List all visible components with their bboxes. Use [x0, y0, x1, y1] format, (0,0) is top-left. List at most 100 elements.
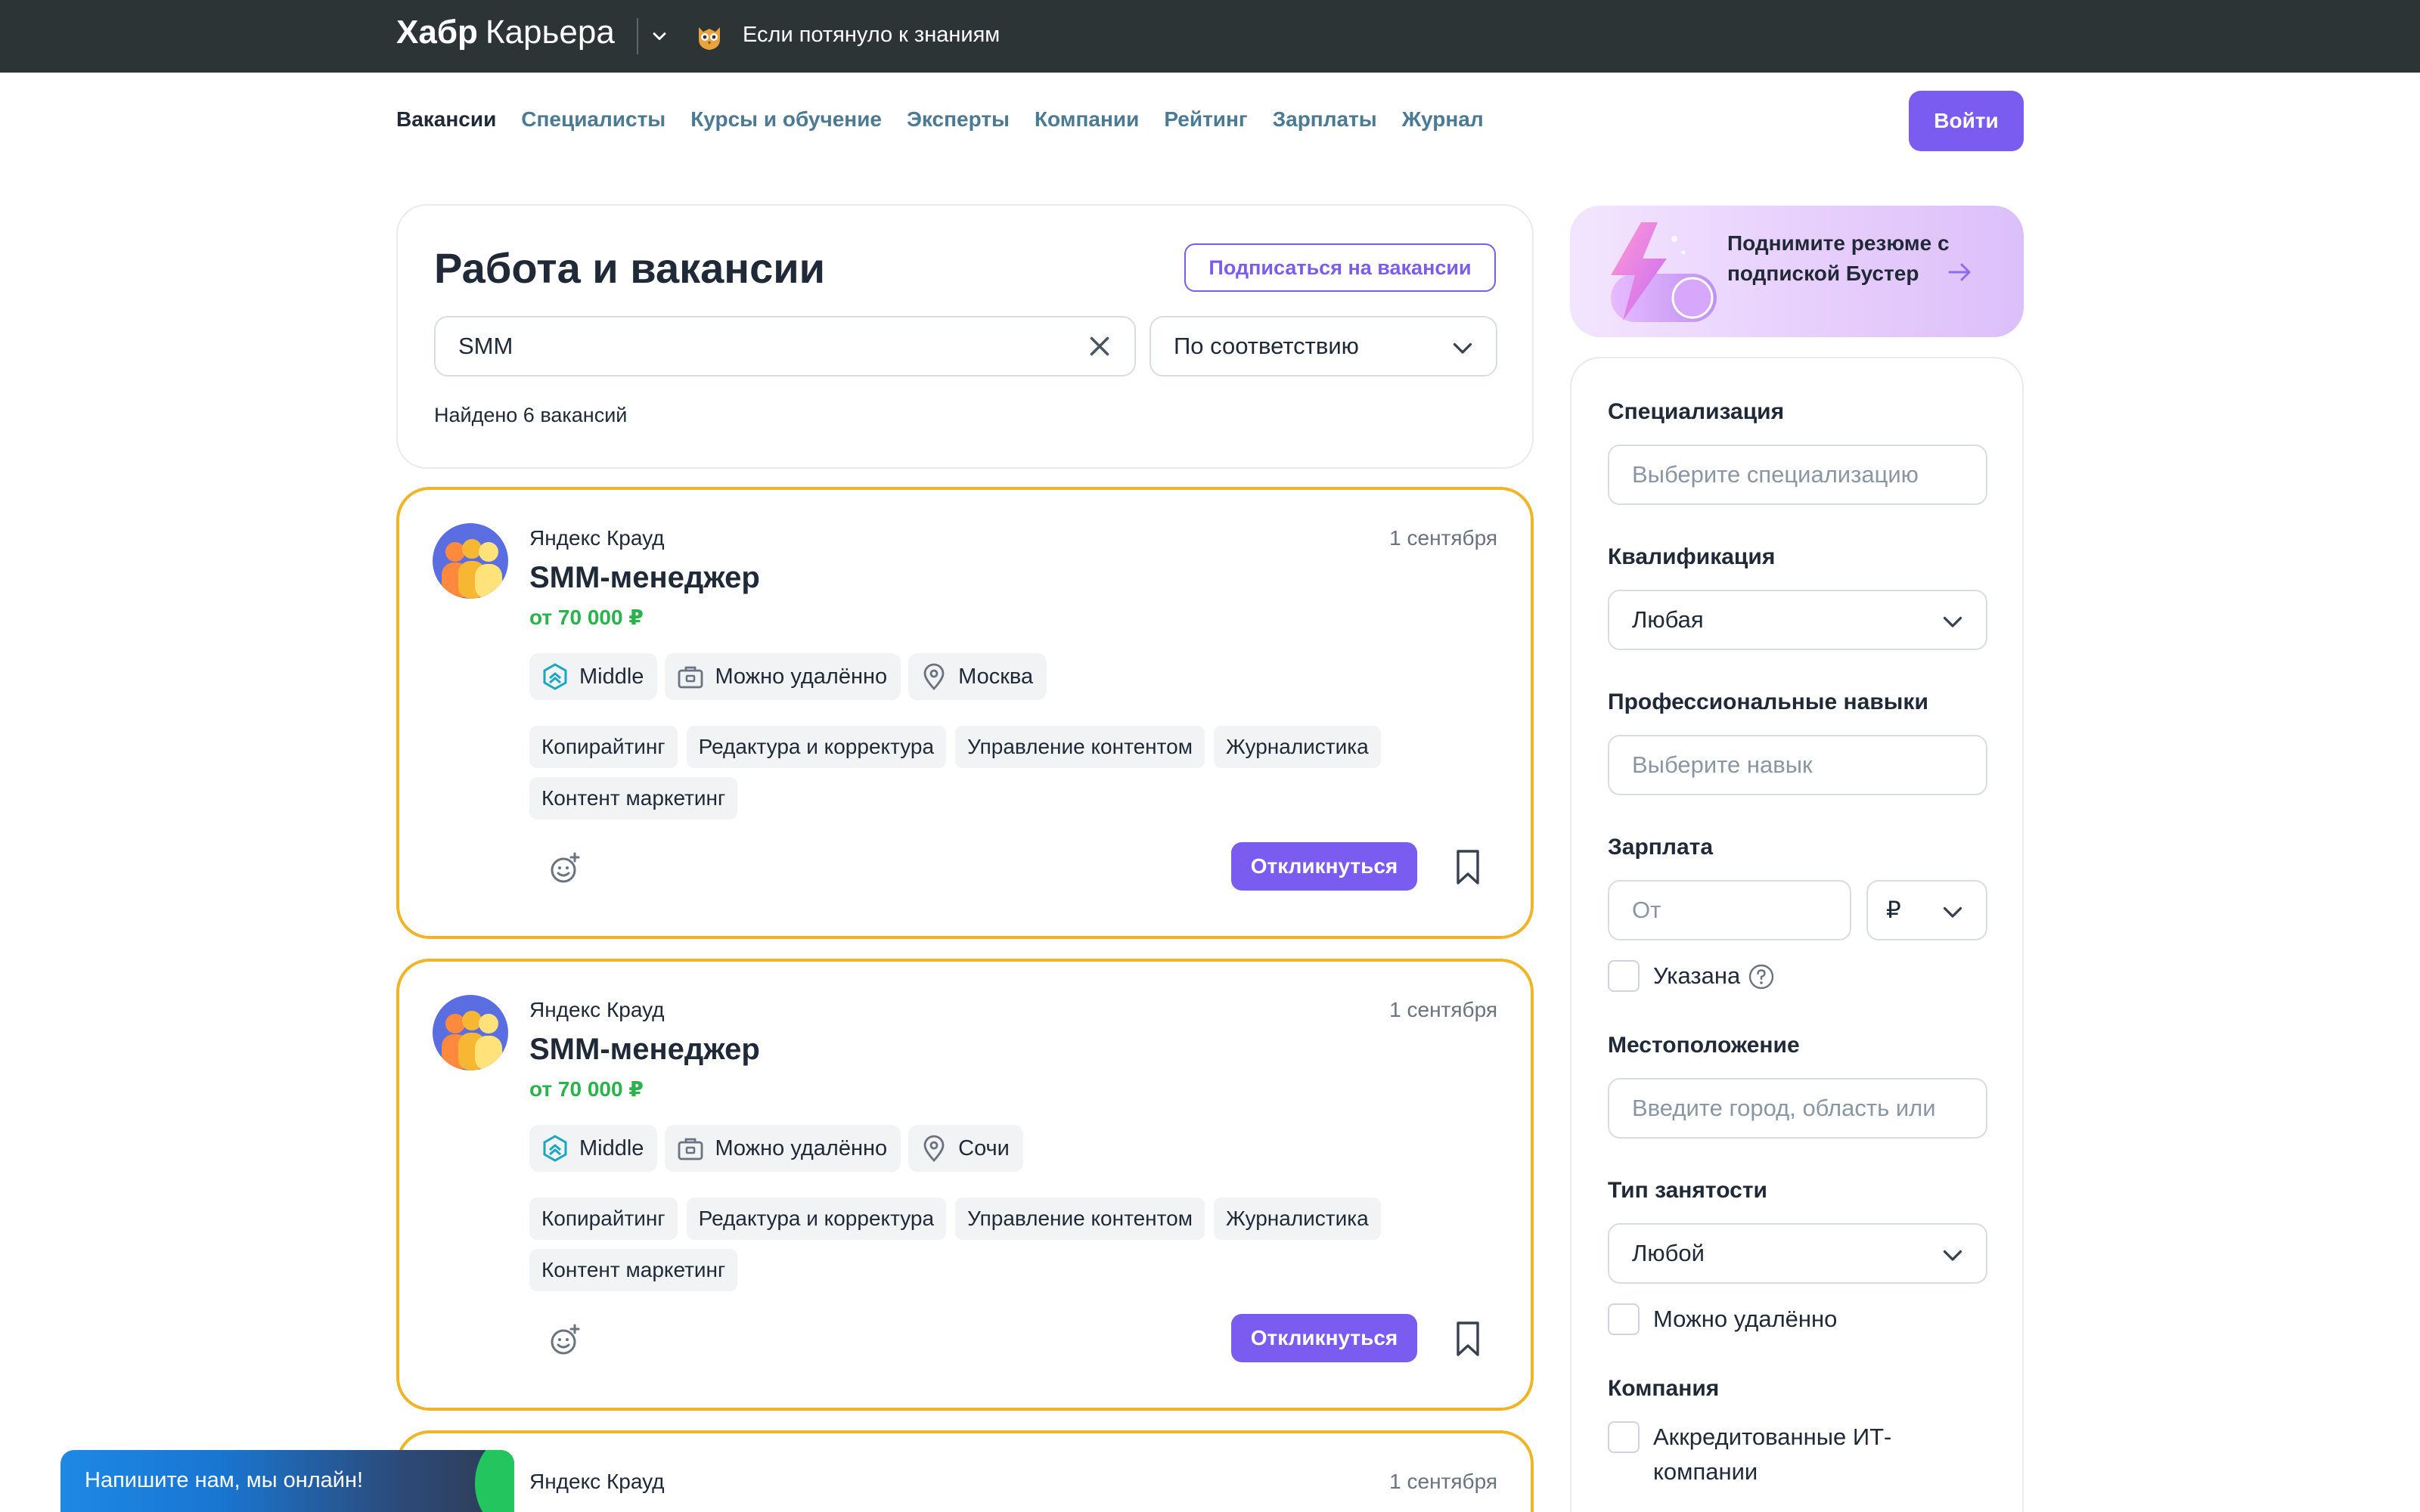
- skill-tag[interactable]: Копирайтинг: [529, 1198, 678, 1240]
- vacancy-card[interactable]: Яндекс Крауд 1 сентября: [396, 1430, 1534, 1512]
- login-button[interactable]: Войти: [1909, 91, 2024, 151]
- skills-placeholder: Выберите навык: [1632, 751, 1813, 778]
- owl-icon: [699, 27, 720, 50]
- level-icon: [543, 1135, 567, 1162]
- vacancy-meta: Middle Можно удалённо Москва: [529, 653, 1047, 700]
- level-label: Middle: [579, 1136, 644, 1160]
- chat-widget[interactable]: Напишите нам, мы онлайн!: [60, 1450, 514, 1512]
- accredited-checkbox[interactable]: Аккредитованные ИТ-компании: [1608, 1420, 1963, 1489]
- skill-tag[interactable]: Редактура и корректура: [686, 1198, 947, 1240]
- add-reaction-icon[interactable]: [548, 851, 582, 886]
- apply-button[interactable]: Откликнуться: [1231, 1314, 1417, 1362]
- level-chip: Middle: [529, 1125, 658, 1172]
- filter-label-employment: Тип занятости: [1608, 1178, 1767, 1203]
- company-name[interactable]: Яндекс Крауд: [529, 1470, 665, 1494]
- salary-specified-checkbox[interactable]: Указана: [1608, 959, 1775, 993]
- vacancy-title[interactable]: SMM-менеджер: [529, 561, 760, 595]
- chevron-down-icon: [1943, 906, 1962, 918]
- vacancy-card[interactable]: Яндекс Крауд 1 сентября SMM-менеджер от …: [396, 959, 1534, 1411]
- search-input[interactable]: [434, 316, 1136, 376]
- remote-chip: Можно удалённо: [665, 653, 901, 700]
- location-input[interactable]: Введите город, область или: [1608, 1078, 1987, 1139]
- skills-list: Копирайтинг Редактура и корректура Управ…: [529, 726, 1437, 820]
- company-logo: [433, 995, 508, 1070]
- nav-item-salaries[interactable]: Зарплаты: [1273, 107, 1377, 132]
- currency-select[interactable]: ₽: [1866, 880, 1987, 940]
- filter-label-salary: Зарплата: [1608, 835, 1714, 860]
- salary-from-input[interactable]: От: [1608, 880, 1851, 940]
- vacancy-salary: от 70 000 ₽: [529, 1077, 644, 1101]
- company-name[interactable]: Яндекс Крауд: [529, 998, 665, 1022]
- company-logo: [433, 523, 508, 599]
- skill-tag[interactable]: Журналистика: [1213, 726, 1381, 768]
- remote-checkbox[interactable]: Можно удалённо: [1608, 1302, 1837, 1337]
- specialization-input[interactable]: Выберите специализацию: [1608, 445, 1987, 505]
- top-bar: Хабр Карьера Если потянуло к знаниям: [0, 0, 2420, 73]
- employment-select[interactable]: Любой: [1608, 1223, 1987, 1284]
- chevron-down-icon: [1943, 1250, 1962, 1261]
- checkbox-box[interactable]: [1608, 960, 1640, 992]
- nav-item-experts[interactable]: Эксперты: [907, 107, 1010, 132]
- brand-bold: Хабр: [396, 14, 478, 51]
- location-pin-icon: [923, 1135, 945, 1163]
- vacancy-date: 1 сентября: [1389, 1470, 1497, 1493]
- specialization-placeholder: Выберите специализацию: [1632, 461, 1919, 488]
- results-count: Найдено 6 вакансий: [434, 404, 628, 426]
- help-icon[interactable]: [1748, 963, 1775, 990]
- skill-tag[interactable]: Копирайтинг: [529, 726, 678, 768]
- vacancy-title[interactable]: SMM-менеджер: [529, 1033, 760, 1067]
- nav-item-journal[interactable]: Журнал: [1402, 107, 1484, 132]
- sort-value: По соответствию: [1174, 333, 1359, 359]
- brand-logo[interactable]: Хабр Карьера: [396, 14, 615, 51]
- vacancy-salary: от 70 000 ₽: [529, 606, 644, 629]
- bookmark-icon[interactable]: [1450, 848, 1485, 886]
- checkbox-box[interactable]: [1608, 1303, 1640, 1335]
- salary-from-placeholder: От: [1632, 897, 1661, 923]
- filters-panel: Специализация Выберите специализацию Ква…: [1570, 357, 2024, 1512]
- vacancy-date: 1 сентября: [1389, 998, 1497, 1021]
- main-nav: Вакансии Специалисты Курсы и обучение Эк…: [396, 107, 1484, 132]
- nav-item-companies[interactable]: Компании: [1035, 107, 1139, 132]
- level-chip: Middle: [529, 653, 658, 700]
- filter-label-qualification: Квалификация: [1608, 544, 1776, 569]
- company-name[interactable]: Яндекс Крауд: [529, 526, 665, 550]
- sort-select[interactable]: По соответствию: [1150, 316, 1497, 376]
- skill-tag[interactable]: Редактура и корректура: [686, 726, 947, 768]
- accredited-label: Аккредитованные ИТ-компании: [1653, 1424, 1892, 1485]
- filter-label-specialization: Специализация: [1608, 399, 1785, 424]
- nav-item-specialists[interactable]: Специалисты: [521, 107, 666, 132]
- add-reaction-icon[interactable]: [548, 1323, 582, 1358]
- skill-tag[interactable]: Управление контентом: [955, 726, 1205, 768]
- city-label: Сочи: [958, 1136, 1010, 1160]
- briefcase-icon: [678, 1138, 703, 1160]
- remote-checkbox-label: Можно удалённо: [1653, 1306, 1838, 1332]
- vacancy-meta: Middle Можно удалённо Сочи: [529, 1125, 1023, 1172]
- skill-tag[interactable]: Журналистика: [1213, 1198, 1381, 1240]
- remote-label: Можно удалённо: [715, 664, 888, 689]
- nav-item-vacancies[interactable]: Вакансии: [396, 107, 496, 132]
- location-chip: Сочи: [908, 1125, 1023, 1172]
- vacancy-card[interactable]: Яндекс Крауд 1 сентября SMM-менеджер от …: [396, 487, 1534, 939]
- nav-item-rating[interactable]: Рейтинг: [1164, 107, 1247, 132]
- skills-list: Копирайтинг Редактура и корректура Управ…: [529, 1198, 1437, 1291]
- bookmark-icon[interactable]: [1450, 1320, 1485, 1358]
- lightning-toggle-icon: [1611, 222, 1717, 322]
- chevron-down-icon[interactable]: [649, 26, 670, 47]
- apply-button[interactable]: Откликнуться: [1231, 842, 1417, 891]
- chevron-down-icon: [1943, 616, 1962, 627]
- close-icon[interactable]: [1086, 333, 1113, 360]
- nav-item-courses[interactable]: Курсы и обучение: [690, 107, 882, 132]
- salary-specified-label: Указана: [1653, 962, 1741, 989]
- search-card: Работа и вакансии Подписаться на ваканси…: [396, 204, 1534, 469]
- location-pin-icon: [923, 663, 945, 691]
- skill-tag[interactable]: Управление контентом: [955, 1198, 1205, 1240]
- level-label: Middle: [579, 664, 644, 689]
- qualification-select[interactable]: Любая: [1608, 590, 1987, 650]
- subscribe-button[interactable]: Подписаться на вакансии: [1184, 243, 1496, 292]
- booster-promo[interactable]: Поднимите резюме с подпиской Бустер: [1570, 206, 2024, 337]
- checkbox-box[interactable]: [1608, 1421, 1640, 1453]
- skill-tag[interactable]: Контент маркетинг: [529, 777, 738, 820]
- skill-tag[interactable]: Контент маркетинг: [529, 1249, 738, 1291]
- promo-link[interactable]: Если потянуло к знаниям: [743, 23, 1000, 48]
- skills-input[interactable]: Выберите навык: [1608, 735, 1987, 795]
